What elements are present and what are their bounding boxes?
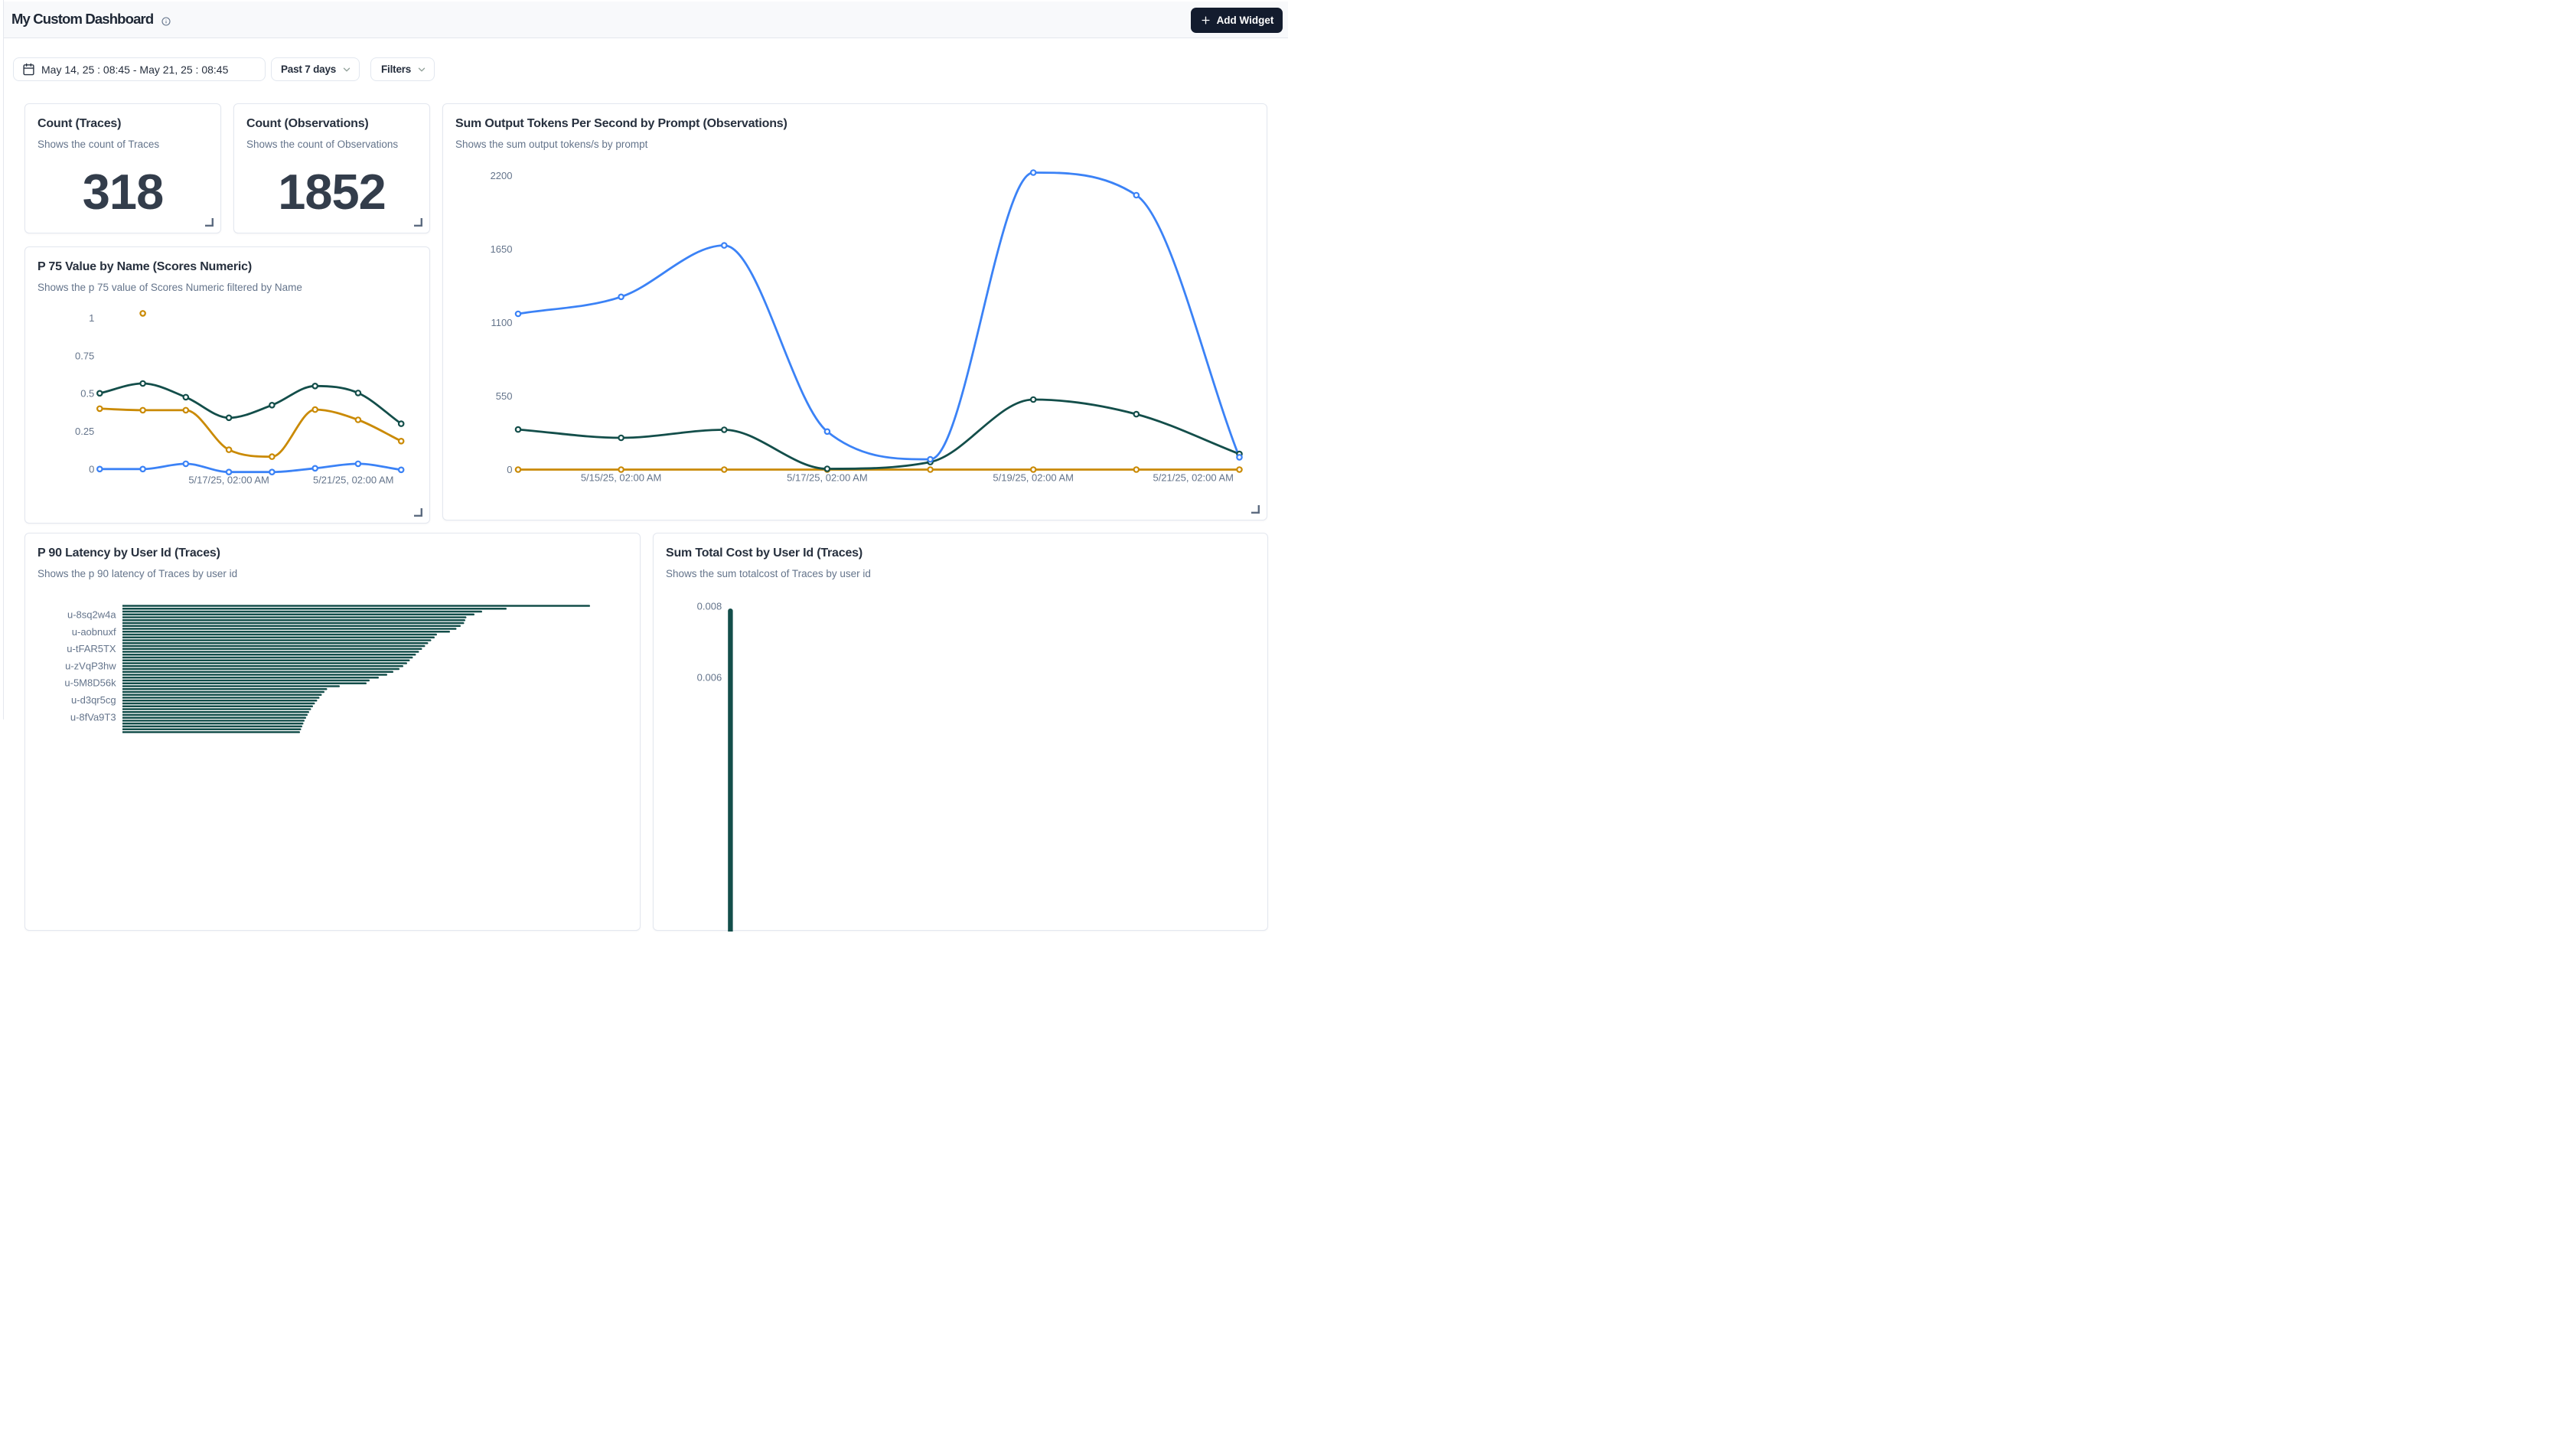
- svg-text:u-d3qr5cg: u-d3qr5cg: [71, 694, 116, 706]
- svg-text:2200: 2200: [491, 170, 513, 181]
- svg-text:5/17/25, 02:00 AM: 5/17/25, 02:00 AM: [188, 475, 269, 486]
- svg-text:0: 0: [507, 464, 512, 475]
- svg-text:0.25: 0.25: [75, 426, 94, 437]
- svg-text:u-8sq2w4a: u-8sq2w4a: [67, 609, 116, 620]
- svg-text:0.75: 0.75: [75, 350, 94, 361]
- svg-text:0: 0: [89, 463, 94, 475]
- svg-text:u-8fVa9T3: u-8fVa9T3: [70, 711, 116, 723]
- svg-text:5/15/25, 02:00 AM: 5/15/25, 02:00 AM: [581, 472, 662, 484]
- svg-text:u-5M8D56k: u-5M8D56k: [64, 677, 116, 688]
- svg-text:u-aobnuxf: u-aobnuxf: [72, 626, 116, 638]
- svg-text:0.006: 0.006: [697, 672, 722, 684]
- svg-text:0.008: 0.008: [697, 601, 722, 612]
- svg-text:550: 550: [496, 390, 513, 402]
- svg-text:5/17/25, 02:00 AM: 5/17/25, 02:00 AM: [787, 472, 868, 484]
- svg-text:1650: 1650: [491, 243, 513, 255]
- svg-text:1100: 1100: [491, 317, 513, 328]
- svg-text:5/19/25, 02:00 AM: 5/19/25, 02:00 AM: [993, 472, 1074, 484]
- svg-text:1: 1: [89, 312, 94, 324]
- svg-text:u-tFAR5TX: u-tFAR5TX: [67, 643, 116, 654]
- svg-text:0.5: 0.5: [80, 388, 94, 400]
- svg-text:5/21/25, 02:00 AM: 5/21/25, 02:00 AM: [1153, 472, 1234, 484]
- svg-text:5/21/25, 02:00 AM: 5/21/25, 02:00 AM: [313, 475, 394, 486]
- svg-text:u-zVqP3hw: u-zVqP3hw: [65, 660, 116, 671]
